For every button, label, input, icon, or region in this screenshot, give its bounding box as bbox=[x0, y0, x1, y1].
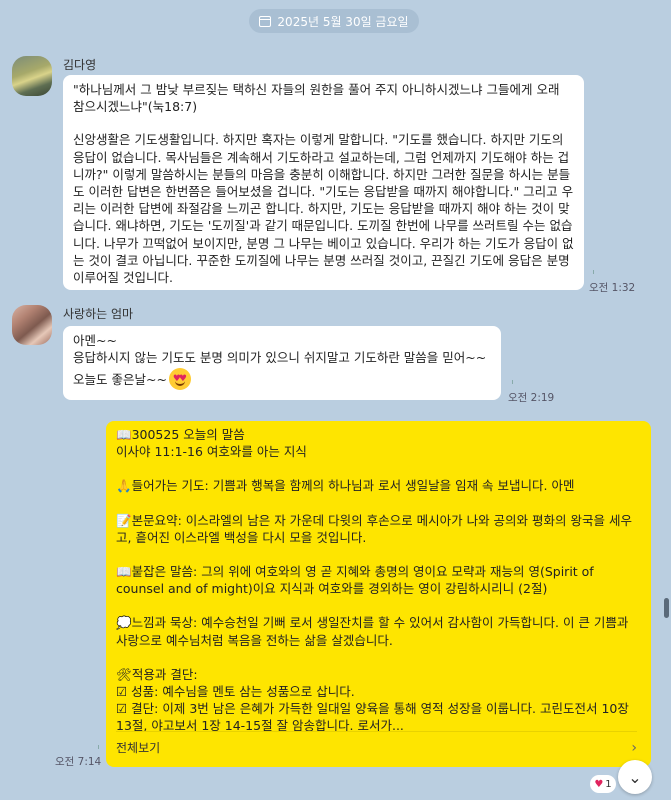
message-section: 📖붙잡은 말씀: 그의 위에 여호와의 영 곧 지혜와 총명의 영이요 모략과 … bbox=[116, 564, 598, 597]
scroll-down-button[interactable]: ⌄ bbox=[618, 760, 652, 794]
my-message-bubble[interactable]: 📖300525 오늘의 말씀 이사야 11:1-16 여호와를 아는 지식 🙏들… bbox=[106, 421, 651, 767]
message-line: 오늘도 좋은날~~ bbox=[73, 372, 167, 388]
avatar[interactable] bbox=[12, 56, 52, 96]
message-section: 🙏들어가는 기도: 기쁨과 행복을 함께의 하나님과 로서 생일날을 임재 속 … bbox=[116, 478, 575, 494]
scrollbar-thumb[interactable] bbox=[664, 598, 669, 618]
heart-eyes-emoji bbox=[168, 368, 191, 391]
message-section: 💭느낌과 묵상: 예수승천일 기뻐 로서 생일잔치를 할 수 있어서 감사함이 … bbox=[116, 615, 633, 648]
calendar-icon bbox=[259, 15, 272, 27]
avatar[interactable] bbox=[12, 305, 52, 345]
reaction-count: 1 bbox=[605, 778, 612, 790]
date-divider: 2025년 5월 30일 금요일 bbox=[249, 9, 419, 33]
message-line: 이사야 11:1-16 여호와를 아는 지식 bbox=[116, 444, 307, 460]
message-bubble[interactable]: "하나님께서 그 밤낮 부르짖는 택하신 자들의 원한을 풀어 주지 아니하시겠… bbox=[63, 75, 584, 290]
chevron-right-icon: › bbox=[631, 740, 637, 757]
date-divider-label: 2025년 5월 30일 금요일 bbox=[277, 14, 409, 29]
message-line: 응답하시지 않는 기도도 분명 의미가 있으니 쉬지말고 기도하란 말씀을 믿어… bbox=[73, 350, 487, 366]
message-time: 오전 7:14 bbox=[55, 756, 102, 768]
chevron-down-icon: ⌄ bbox=[628, 767, 642, 787]
reaction-badge[interactable]: ♥ 1 bbox=[590, 775, 616, 793]
message-bubble[interactable]: 아멘~~ 응답하시지 않는 기도도 분명 의미가 있으니 쉬지말고 기도하란 말… bbox=[63, 326, 501, 400]
message-time: 오전 2:19 bbox=[508, 392, 555, 404]
message-line: 📖300525 오늘의 말씀 bbox=[116, 427, 245, 442]
read-tick bbox=[512, 380, 513, 384]
heart-icon: ♥ bbox=[594, 778, 604, 790]
sender-name: 사랑하는 엄마 bbox=[63, 307, 134, 321]
message-section: 📝본문요약: 이스라엘의 남은 자 가운데 다윗의 후손으로 메시아가 나와 공… bbox=[116, 512, 632, 545]
apply-title: 🛠적용과 결단: bbox=[116, 666, 198, 682]
apply-item: ☑ 결단: 이제 3번 남은 은혜가 가득한 일대일 양육을 통해 영적 성장을… bbox=[116, 701, 633, 734]
view-all-button[interactable]: 전체보기 › bbox=[116, 731, 637, 760]
read-tick bbox=[593, 270, 594, 274]
message-time: 오전 1:32 bbox=[589, 282, 636, 294]
sender-name: 김다영 bbox=[63, 58, 97, 72]
apply-item: ☑ 성품: 예수님을 멘토 삼는 성품으로 삽니다. bbox=[116, 684, 355, 700]
read-tick bbox=[98, 745, 99, 749]
message-line: 아멘~~ bbox=[73, 333, 117, 348]
view-all-label: 전체보기 bbox=[116, 741, 161, 756]
message-text: "하나님께서 그 밤낮 부르짖는 택하신 자들의 원한을 풀어 주지 아니하시겠… bbox=[73, 82, 564, 115]
message-text: 신앙생활은 기도생활입니다. 하지만 혹자는 이렇게 말합니다. "기도를 했습… bbox=[73, 132, 574, 286]
